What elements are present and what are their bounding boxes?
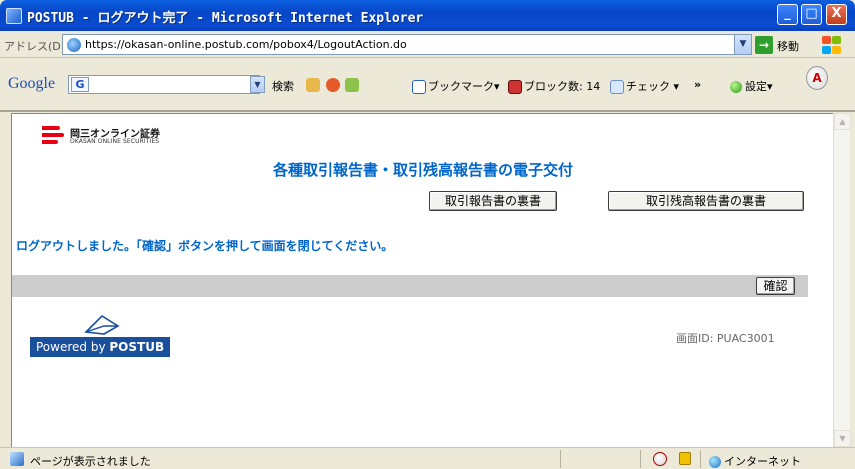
- check-label: チェック ▾: [626, 80, 680, 93]
- toolbar-extras[interactable]: [306, 78, 361, 92]
- browser-window: POSTUB - ログアウト完了 - Microsoft Internet Ex…: [0, 0, 855, 469]
- postub-brand: POSTUB: [109, 340, 165, 354]
- pdf-icon[interactable]: A: [806, 66, 828, 90]
- confirm-button[interactable]: 確認: [756, 277, 795, 295]
- star-icon: [412, 80, 426, 94]
- status-bar: ページが表示されました インターネット: [0, 447, 855, 469]
- google-toolbar: Google G ▼ 検索 ブックマーク▾ ブロック数: 14 チェック ▾ »…: [0, 58, 855, 112]
- okasan-logo: 岡三オンライン証券 OKASAN ONLINE SECURITIES: [42, 122, 192, 150]
- popup-blocker-icon: [508, 80, 522, 94]
- more-button[interactable]: »: [694, 78, 701, 91]
- status-divider: [640, 450, 641, 468]
- powered-by-postub[interactable]: Powered by POSTUB: [30, 337, 171, 357]
- popup-blocker-button[interactable]: ブロック数: 14: [508, 78, 600, 94]
- maximize-button[interactable]: □: [801, 4, 822, 25]
- news-icon: [345, 78, 359, 92]
- blocked-label: ブロック数: 14: [524, 80, 601, 93]
- settings-button[interactable]: 設定▾: [730, 78, 773, 94]
- powered-prefix: Powered by: [36, 340, 110, 354]
- go-button[interactable]: → 移動: [755, 35, 817, 55]
- settings-label: 設定▾: [745, 80, 773, 93]
- button-band: [12, 275, 808, 297]
- lock-icon[interactable]: [679, 452, 691, 465]
- logo-english-text: OKASAN ONLINE SECURITIES: [70, 138, 160, 145]
- search-label: 検索: [272, 80, 294, 93]
- bookmarks-label: ブックマーク▾: [428, 80, 500, 93]
- globe-icon: [709, 456, 721, 468]
- okasan-logo-icon: [42, 124, 66, 146]
- status-divider: [700, 450, 701, 468]
- highlight-icon: [306, 78, 320, 92]
- pagerank-icon: [325, 78, 340, 92]
- zone-label: インターネット: [724, 455, 801, 468]
- google-dropdown-icon[interactable]: ▼: [250, 76, 265, 93]
- status-text: ページが表示されました: [30, 455, 151, 468]
- spellcheck-icon: [610, 80, 624, 94]
- balance-report-back-button[interactable]: 取引残高報告書の裏書: [608, 191, 804, 211]
- title-bar[interactable]: POSTUB - ログアウト完了 - Microsoft Internet Ex…: [0, 0, 855, 31]
- privacy-icon[interactable]: [653, 452, 667, 466]
- address-url: https://okasan-online.postub.com/pobox4/…: [85, 38, 407, 51]
- google-search-input[interactable]: G: [68, 75, 260, 94]
- google-g-icon[interactable]: G: [71, 77, 89, 92]
- windows-logo-icon: [820, 35, 842, 55]
- search-button[interactable]: 検索: [272, 78, 294, 94]
- logout-message: ログアウトしました。「確認」ボタンを押して画面を閉じてください。: [16, 239, 394, 253]
- envelope-icon: [84, 314, 120, 335]
- scroll-up-icon[interactable]: ▲: [834, 113, 851, 130]
- page-content: 岡三オンライン証券 OKASAN ONLINE SECURITIES 各種取引報…: [11, 113, 833, 447]
- screen-id: 画面ID: PUAC3001: [676, 332, 775, 345]
- security-zone: インターネット: [709, 453, 801, 469]
- ie-icon: [6, 8, 22, 24]
- settings-icon: [730, 81, 742, 93]
- vertical-scrollbar[interactable]: ▲ ▼: [833, 113, 851, 447]
- address-label: アドレス(D): [4, 40, 66, 53]
- bookmarks-button[interactable]: ブックマーク▾: [412, 78, 500, 94]
- page-done-icon: [10, 452, 24, 466]
- address-bar: アドレス(D) https://okasan-online.postub.com…: [0, 31, 855, 58]
- page-title: 各種取引報告書・取引残高報告書の電子交付: [272, 161, 573, 179]
- minimize-button[interactable]: _: [777, 4, 798, 25]
- address-input[interactable]: https://okasan-online.postub.com/pobox4/…: [62, 34, 752, 55]
- google-logo[interactable]: Google: [8, 75, 55, 93]
- window-title: POSTUB - ログアウト完了 - Microsoft Internet Ex…: [27, 11, 424, 26]
- spellcheck-button[interactable]: チェック ▾: [610, 78, 679, 94]
- close-button[interactable]: X: [826, 4, 847, 25]
- go-label: 移動: [777, 40, 799, 53]
- address-dropdown-icon[interactable]: ▼: [734, 35, 751, 54]
- status-divider: [560, 450, 561, 468]
- trade-report-back-button[interactable]: 取引報告書の裏書: [429, 191, 557, 211]
- scroll-down-icon[interactable]: ▼: [834, 430, 851, 447]
- go-arrow-icon: →: [755, 36, 773, 54]
- page-icon: [67, 38, 81, 52]
